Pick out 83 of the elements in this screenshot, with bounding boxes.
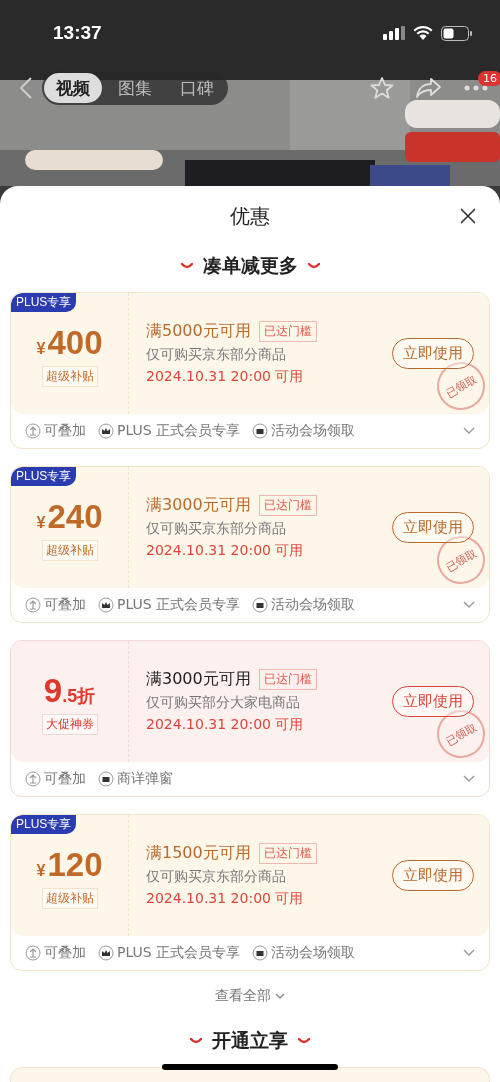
chevron-down-icon[interactable] <box>463 601 475 609</box>
coupon-scope: 仅可购买京东部分商品 <box>146 520 287 538</box>
feature-label: 活动会场领取 <box>271 944 356 962</box>
chevron-down-icon[interactable] <box>463 775 475 783</box>
feature-label: 商详弹窗 <box>117 770 173 788</box>
stack-icon <box>25 423 41 439</box>
use-now-button[interactable]: 立即使用 <box>392 338 474 369</box>
threshold-tag: 已达门槛 <box>258 669 317 690</box>
share-icon[interactable] <box>416 77 442 99</box>
coupon-condition: 满5000元可用 <box>146 321 251 342</box>
wifi-icon <box>413 26 433 40</box>
coupon-tag: 超级补贴 <box>41 888 98 909</box>
view-all-link[interactable]: 查看全部 <box>209 981 291 1011</box>
plus-badge: PLUS专享 <box>11 815 77 834</box>
discount-unit: .5折 <box>62 685 96 708</box>
smile-mark-icon <box>190 1038 202 1044</box>
feature-label: 可叠加 <box>44 770 86 788</box>
coupon-condition: 满1500元可用 <box>146 843 251 864</box>
media-tab[interactable]: 视频 <box>44 73 102 103</box>
signal-icon <box>383 26 405 40</box>
star-icon[interactable] <box>370 76 394 100</box>
feature-label: PLUS 正式会员专享 <box>117 944 241 962</box>
section-title: 开通立享 <box>212 1028 288 1053</box>
feature-label: 活动会场领取 <box>271 422 356 440</box>
ticket-icon <box>98 771 114 787</box>
feature-label: 可叠加 <box>44 596 86 614</box>
use-now-button[interactable]: 立即使用 <box>392 860 474 891</box>
media-tab[interactable]: 口碑 <box>168 73 226 103</box>
feature-label: 活动会场领取 <box>271 596 356 614</box>
coupon-amount: 240 <box>47 498 103 536</box>
crown-icon <box>98 945 114 961</box>
coupon-condition: 满3000元可用 <box>146 495 251 516</box>
discount-value: 9 <box>43 672 63 710</box>
currency-sign: ¥ <box>36 862 46 880</box>
plus-badge: PLUS专享 <box>11 293 77 312</box>
feature-label: 可叠加 <box>44 944 86 962</box>
more-icon[interactable] <box>464 85 488 91</box>
feature-label: PLUS 正式会员专享 <box>117 422 241 440</box>
coupon-date: 2024.10.31 20:00 可用 <box>146 716 305 734</box>
stack-icon <box>25 945 41 961</box>
coupon-tag: 超级补贴 <box>41 366 98 387</box>
use-now-button[interactable]: 立即使用 <box>392 686 474 717</box>
use-now-button[interactable]: 立即使用 <box>392 512 474 543</box>
plus-badge: PLUS专享 <box>11 467 77 486</box>
section-title: 凑单减更多 <box>202 253 298 278</box>
battery-icon <box>441 25 472 41</box>
coupon-tag: 超级补贴 <box>41 540 98 561</box>
back-icon[interactable] <box>20 77 32 99</box>
threshold-tag: 已达门槛 <box>258 495 317 516</box>
coupon-scope: 仅可购买部分大家电商品 <box>146 694 301 712</box>
crown-icon <box>98 597 114 613</box>
smile-mark-icon <box>180 263 193 269</box>
threshold-tag: 已达门槛 <box>258 321 317 342</box>
message-count-badge: 16 <box>478 71 500 86</box>
sheet-title: 优惠 <box>230 202 270 230</box>
currency-sign: ¥ <box>36 514 46 532</box>
coupon-date: 2024.10.31 20:00 可用 <box>146 890 305 908</box>
threshold-tag: 已达门槛 <box>258 843 317 864</box>
coupon-date: 2024.10.31 20:00 可用 <box>146 542 305 560</box>
ticket-icon <box>252 597 269 613</box>
coupon-amount: 120 <box>47 846 103 884</box>
coupon-date: 2024.10.31 20:00 可用 <box>146 368 305 386</box>
smile-mark-icon <box>307 263 320 269</box>
stack-icon <box>25 771 41 787</box>
coupon-tag: 大促神券 <box>41 714 98 735</box>
chevron-down-icon[interactable] <box>463 427 475 435</box>
feature-label: PLUS 正式会员专享 <box>117 596 241 614</box>
coupon-scope: 仅可购买京东部分商品 <box>146 868 287 886</box>
clock-time: 13:37 <box>53 22 102 44</box>
smile-mark-icon <box>298 1038 310 1044</box>
feature-label: 可叠加 <box>44 422 86 440</box>
close-icon[interactable] <box>460 208 476 224</box>
media-tab[interactable]: 图集 <box>106 73 164 103</box>
crown-icon <box>98 423 114 439</box>
chevron-down-icon <box>275 993 285 999</box>
currency-sign: ¥ <box>36 340 46 358</box>
coupon-condition: 满3000元可用 <box>146 669 251 690</box>
stack-icon <box>25 597 41 613</box>
coupon-scope: 仅可购买京东部分商品 <box>146 346 287 364</box>
coupon-amount: 400 <box>47 324 103 362</box>
chevron-down-icon[interactable] <box>463 949 475 957</box>
ticket-icon <box>252 423 269 439</box>
ticket-icon <box>252 945 269 961</box>
